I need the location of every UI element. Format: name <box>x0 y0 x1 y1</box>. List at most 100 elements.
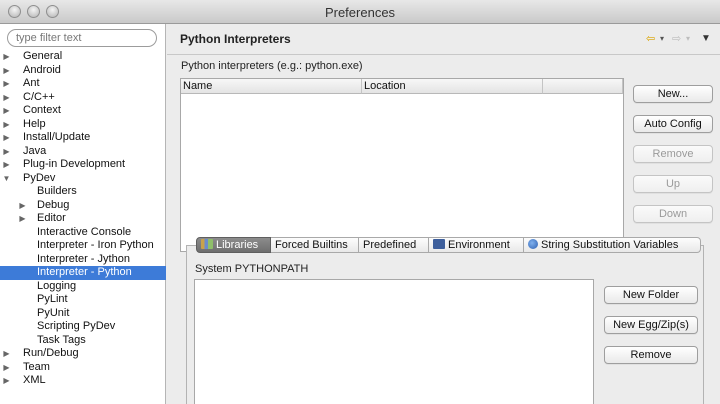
tree-item-label: PyUnit <box>37 306 70 319</box>
forward-dropdown-icon[interactable]: ▾ <box>686 34 690 43</box>
tree-item-scripting-pydev[interactable]: Scripting PyDev <box>0 320 166 334</box>
tree-item-label: Builders <box>37 185 77 197</box>
collapsed-arrow-icon[interactable]: ▶ <box>2 77 11 91</box>
tree-item-interpreter-python[interactable]: Interpreter - Python <box>0 266 166 280</box>
tree-item-label: Install/Update <box>23 131 91 143</box>
collapsed-arrow-icon[interactable]: ▶ <box>2 145 11 159</box>
window-title: Preferences <box>324 5 396 20</box>
expanded-arrow-icon[interactable]: ▼ <box>2 172 11 186</box>
collapsed-arrow-icon[interactable]: ▶ <box>2 118 11 132</box>
tab-predefined[interactable]: Predefined <box>359 237 429 253</box>
tab-forced-builtins[interactable]: Forced Builtins <box>271 237 359 253</box>
filter-input[interactable] <box>7 29 157 47</box>
remove-path-button[interactable]: Remove <box>604 346 698 364</box>
back-arrow-icon[interactable]: ⇦ <box>646 32 655 45</box>
back-dropdown-icon[interactable]: ▾ <box>660 34 664 43</box>
tree-item-java[interactable]: ▶ Java <box>0 145 166 159</box>
column-header-filler <box>543 79 623 94</box>
page-title: Python Interpreters <box>180 32 291 46</box>
environment-icon <box>433 239 445 249</box>
tree-item-label: Editor <box>37 212 66 224</box>
tree-item-android[interactable]: ▶ Android <box>0 64 166 78</box>
tree-item-context[interactable]: ▶ Context <box>0 104 166 118</box>
tree-item-task-tags[interactable]: Task Tags <box>0 334 166 348</box>
collapsed-arrow-icon[interactable]: ▶ <box>2 347 11 361</box>
tree-item-plug-in-development[interactable]: ▶ Plug-in Development <box>0 158 166 172</box>
collapsed-arrow-icon[interactable]: ▶ <box>2 131 11 145</box>
collapsed-arrow-icon[interactable]: ▶ <box>2 64 11 78</box>
tree-item-ant[interactable]: ▶ Ant <box>0 77 166 91</box>
tree-item-run-debug[interactable]: ▶ Run/Debug <box>0 347 166 361</box>
tree-item-label: Debug <box>37 198 70 211</box>
tree-item-general[interactable]: ▶ General <box>0 50 166 64</box>
move-down-button[interactable]: Down <box>633 205 713 223</box>
tab-string-substitution-label: String Substitution Variables <box>541 239 679 251</box>
tree-item-label: Context <box>23 104 61 116</box>
tree-item-interpreter-iron-python[interactable]: Interpreter - Iron Python <box>0 239 166 253</box>
tab-forced-builtins-label: Forced Builtins <box>275 239 348 251</box>
tree-item-label: PyLint <box>37 293 68 305</box>
tree-item-label: Interpreter - Jython <box>37 252 130 265</box>
tab-environment-label: Environment <box>448 239 510 251</box>
tree-item-c-c[interactable]: ▶ C/C++ <box>0 91 166 105</box>
collapsed-arrow-icon[interactable]: ▶ <box>2 91 11 105</box>
tree-item-label: Task Tags <box>37 333 86 346</box>
tree-item-label: PyDev <box>23 171 56 184</box>
tree-item-builders[interactable]: Builders <box>0 185 166 199</box>
preferences-tree: ▶ General ▶ Android ▶ Ant ▶ C/C++ ▶ Context ▶ Help ▶… <box>0 50 166 388</box>
new-folder-button[interactable]: New Folder <box>604 286 698 304</box>
tree-item-pylint[interactable]: PyLint <box>0 293 166 307</box>
tree-item-label: Java <box>23 144 47 157</box>
collapsed-arrow-icon[interactable]: ▶ <box>18 199 27 213</box>
tree-item-pyunit[interactable]: PyUnit <box>0 307 166 321</box>
tree-item-label: Run/Debug <box>23 347 79 359</box>
tree-item-team[interactable]: ▶ Team <box>0 361 166 375</box>
column-header-location[interactable]: Location <box>362 79 543 94</box>
preference-page: Python Interpreters ⇦ ▾ ⇨ ▾ ▼ Python int… <box>167 24 720 404</box>
tree-item-label: Scripting PyDev <box>37 320 116 332</box>
remove-interpreter-button[interactable]: Remove <box>633 145 713 163</box>
tree-item-label: XML <box>23 374 46 386</box>
tree-item-logging[interactable]: Logging <box>0 280 166 294</box>
move-up-button[interactable]: Up <box>633 175 713 193</box>
tab-string-substitution[interactable]: String Substitution Variables <box>524 237 701 253</box>
title-bar: Preferences <box>0 0 720 24</box>
libraries-icon <box>201 239 213 249</box>
collapsed-arrow-icon[interactable]: ▶ <box>2 158 11 172</box>
tree-item-label: Logging <box>37 279 77 292</box>
tree-item-xml[interactable]: ▶ XML <box>0 374 166 388</box>
pythonpath-label: System PYTHONPATH <box>195 263 309 275</box>
tab-predefined-label: Predefined <box>363 239 417 251</box>
collapsed-arrow-icon[interactable]: ▶ <box>2 361 11 375</box>
tree-item-label: Interpreter - Python <box>37 266 132 278</box>
globe-icon <box>528 239 538 249</box>
tree-item-editor[interactable]: ▶ Editor <box>0 212 166 226</box>
collapsed-arrow-icon[interactable]: ▶ <box>2 374 11 388</box>
auto-config-button[interactable]: Auto Config <box>633 115 713 133</box>
tab-libraries[interactable]: Libraries <box>196 237 271 253</box>
header-divider <box>167 54 720 55</box>
tree-item-label: Plug-in Development <box>23 158 126 170</box>
view-menu-icon[interactable]: ▼ <box>701 33 711 44</box>
tree-item-label: General <box>23 50 63 62</box>
tree-item-label: Interpreter - Iron Python <box>37 239 154 251</box>
tree-item-interactive-console[interactable]: Interactive Console <box>0 226 166 240</box>
interpreters-label: Python interpreters (e.g.: python.exe) <box>181 60 363 72</box>
tree-item-interpreter-jython[interactable]: Interpreter - Jython <box>0 253 166 267</box>
column-header-name[interactable]: Name <box>181 79 362 94</box>
tab-libraries-label: Libraries <box>216 239 259 251</box>
tree-item-debug[interactable]: ▶ Debug <box>0 199 166 213</box>
interpreters-table[interactable]: Name Location <box>180 78 624 252</box>
collapsed-arrow-icon[interactable]: ▶ <box>18 212 27 226</box>
tree-item-install-update[interactable]: ▶ Install/Update <box>0 131 166 145</box>
tree-item-pydev[interactable]: ▼ PyDev <box>0 172 166 186</box>
tree-item-help[interactable]: ▶ Help <box>0 118 166 132</box>
new-egg-zip-button[interactable]: New Egg/Zip(s) <box>604 316 698 334</box>
collapsed-arrow-icon[interactable]: ▶ <box>2 104 11 118</box>
pythonpath-list[interactable] <box>194 279 594 404</box>
tree-item-label: Ant <box>23 77 40 89</box>
new-interpreter-button[interactable]: New... <box>633 85 713 103</box>
tab-environment[interactable]: Environment <box>429 237 524 253</box>
collapsed-arrow-icon[interactable]: ▶ <box>2 50 11 64</box>
forward-arrow-icon[interactable]: ⇨ <box>672 32 681 45</box>
